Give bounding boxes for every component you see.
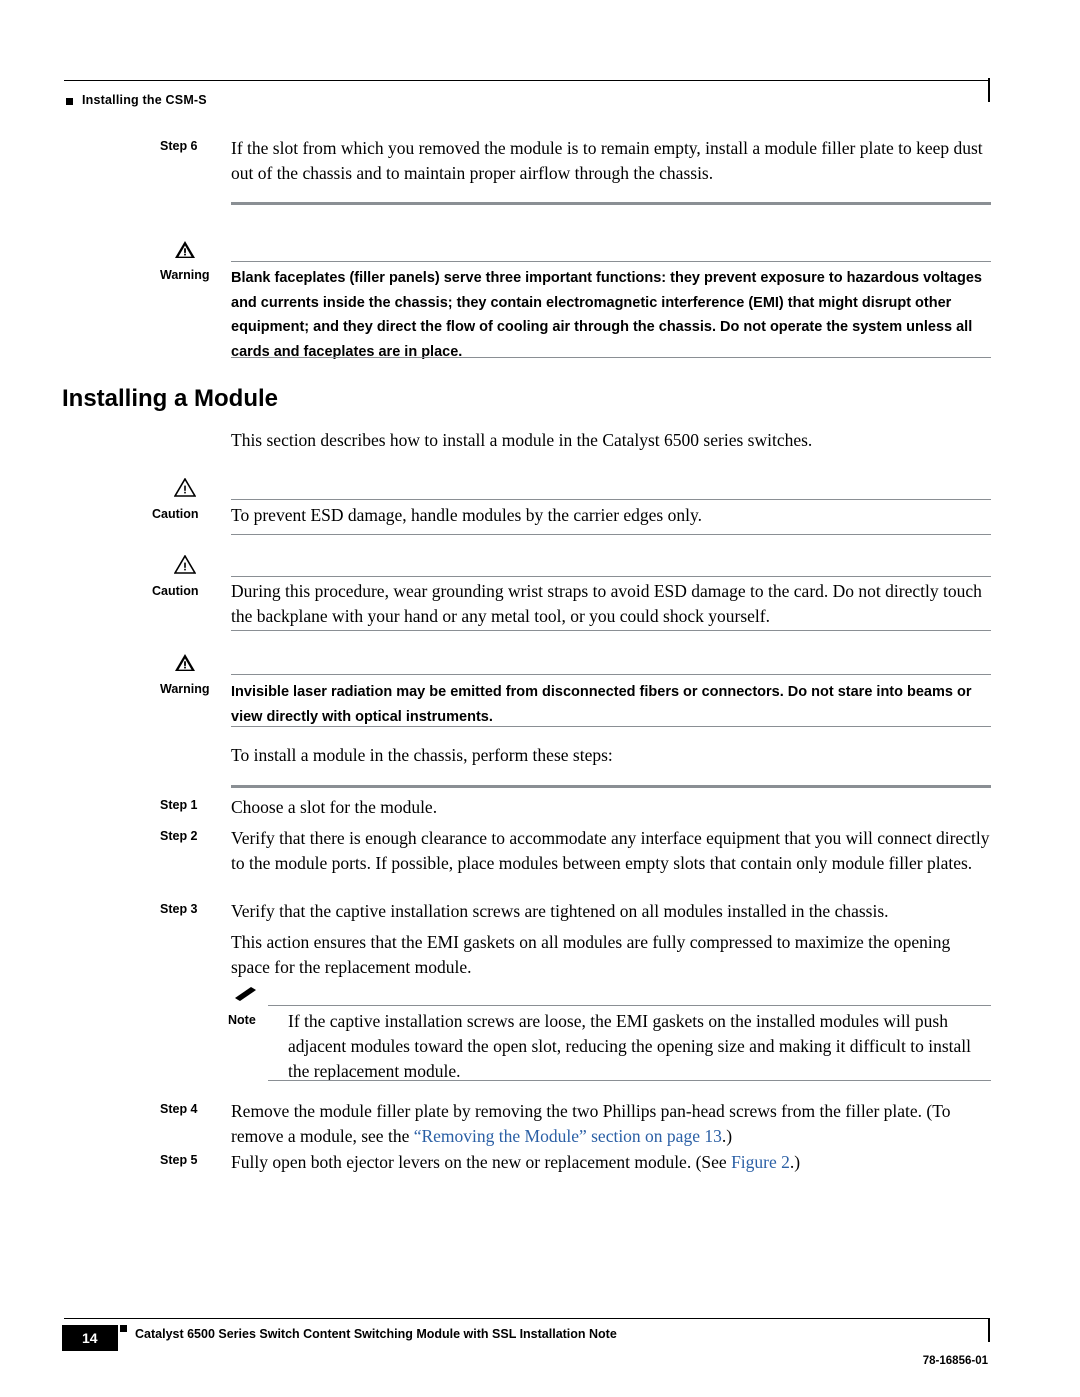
step-3-label: Step 3 (160, 902, 198, 916)
step-1-text: Choose a slot for the module. (231, 797, 438, 817)
warning2-text: Invisible laser radiation may be emitted… (231, 684, 972, 725)
step-4-label: Step 4 (160, 1102, 198, 1116)
step-5-label: Step 5 (160, 1153, 198, 1167)
caution1-top-rule (231, 499, 991, 500)
step-2-label: Step 2 (160, 829, 198, 843)
footer-page-number: 14 (82, 1330, 98, 1346)
warning1-bottom-rule (231, 357, 991, 358)
section-intro-text: This section describes how to install a … (231, 430, 813, 450)
caution2-bottom-rule (231, 630, 991, 631)
warning2-bottom-rule (231, 726, 991, 727)
caution1-text: To prevent ESD damage, handle modules by… (231, 505, 702, 525)
page-header: Installing the CSM-S (0, 40, 1080, 107)
header-tick-mark (988, 78, 990, 102)
warning1-label: Warning (160, 268, 210, 282)
warning-triangle-icon-2 (174, 653, 196, 672)
warning1-top-rule (231, 261, 991, 262)
step-4-cross-reference[interactable]: “Removing the Module” section on page 13 (414, 1126, 722, 1146)
section-heading-installing-a-module: Installing a Module (62, 385, 279, 412)
footer-doc-title: Catalyst 6500 Series Switch Content Swit… (135, 1327, 617, 1341)
divider-before-steps (231, 785, 991, 788)
step-1-label: Step 1 (160, 798, 198, 812)
document-page: Installing the CSM-S Step 6 If the slot … (0, 0, 1080, 1397)
warning1-text: Blank faceplates (filler panels) serve t… (231, 270, 982, 360)
caution2-label: Caution (152, 584, 199, 598)
warning2-label: Warning (160, 682, 210, 696)
note-bottom-rule (268, 1080, 991, 1081)
warning2-top-rule (231, 674, 991, 675)
step-5-cross-reference[interactable]: Figure 2 (731, 1152, 790, 1172)
footer-tick-mark (988, 1318, 990, 1342)
header-bullet-icon (66, 98, 73, 105)
procedure-lead-in: To install a module in the chassis, perf… (231, 745, 613, 765)
step-3-followup-text: This action ensures that the EMI gaskets… (231, 932, 951, 977)
caution2-text: During this procedure, wear grounding wr… (231, 581, 982, 626)
note-text: If the captive installation screws are l… (288, 1011, 971, 1081)
running-head: Installing the CSM-S (82, 93, 207, 107)
note-top-rule (268, 1005, 991, 1006)
step-2-text: Verify that there is enough clearance to… (231, 828, 990, 873)
caution-triangle-icon-2 (174, 555, 196, 574)
step-5-text-part2: .) (789, 1152, 801, 1172)
caution1-label: Caution (152, 507, 199, 521)
step-4-text-part2: .) (721, 1126, 733, 1146)
caution-triangle-icon (174, 478, 196, 497)
warning-triangle-icon (174, 240, 196, 259)
footer-doc-number: 78-16856-01 (922, 1355, 988, 1367)
header-rule (64, 80, 990, 81)
divider-after-step6 (231, 202, 991, 205)
caution1-bottom-rule (231, 534, 991, 535)
step-5-text-part1: Fully open both ejector levers on the ne… (231, 1152, 732, 1172)
footer-bullet-icon (120, 1325, 127, 1332)
note-pencil-icon (234, 985, 258, 1007)
step-4-text: Remove the module filler plate by removi… (231, 1099, 991, 1149)
note-label: Note (228, 1013, 256, 1027)
step-5-text: Fully open both ejector levers on the ne… (231, 1150, 991, 1175)
step-3-text: Verify that the captive installation scr… (231, 901, 889, 921)
step-6-label: Step 6 (160, 139, 198, 153)
footer-rule (64, 1318, 990, 1319)
step-6-text: If the slot from which you removed the m… (231, 138, 983, 183)
caution2-top-rule (231, 576, 991, 577)
